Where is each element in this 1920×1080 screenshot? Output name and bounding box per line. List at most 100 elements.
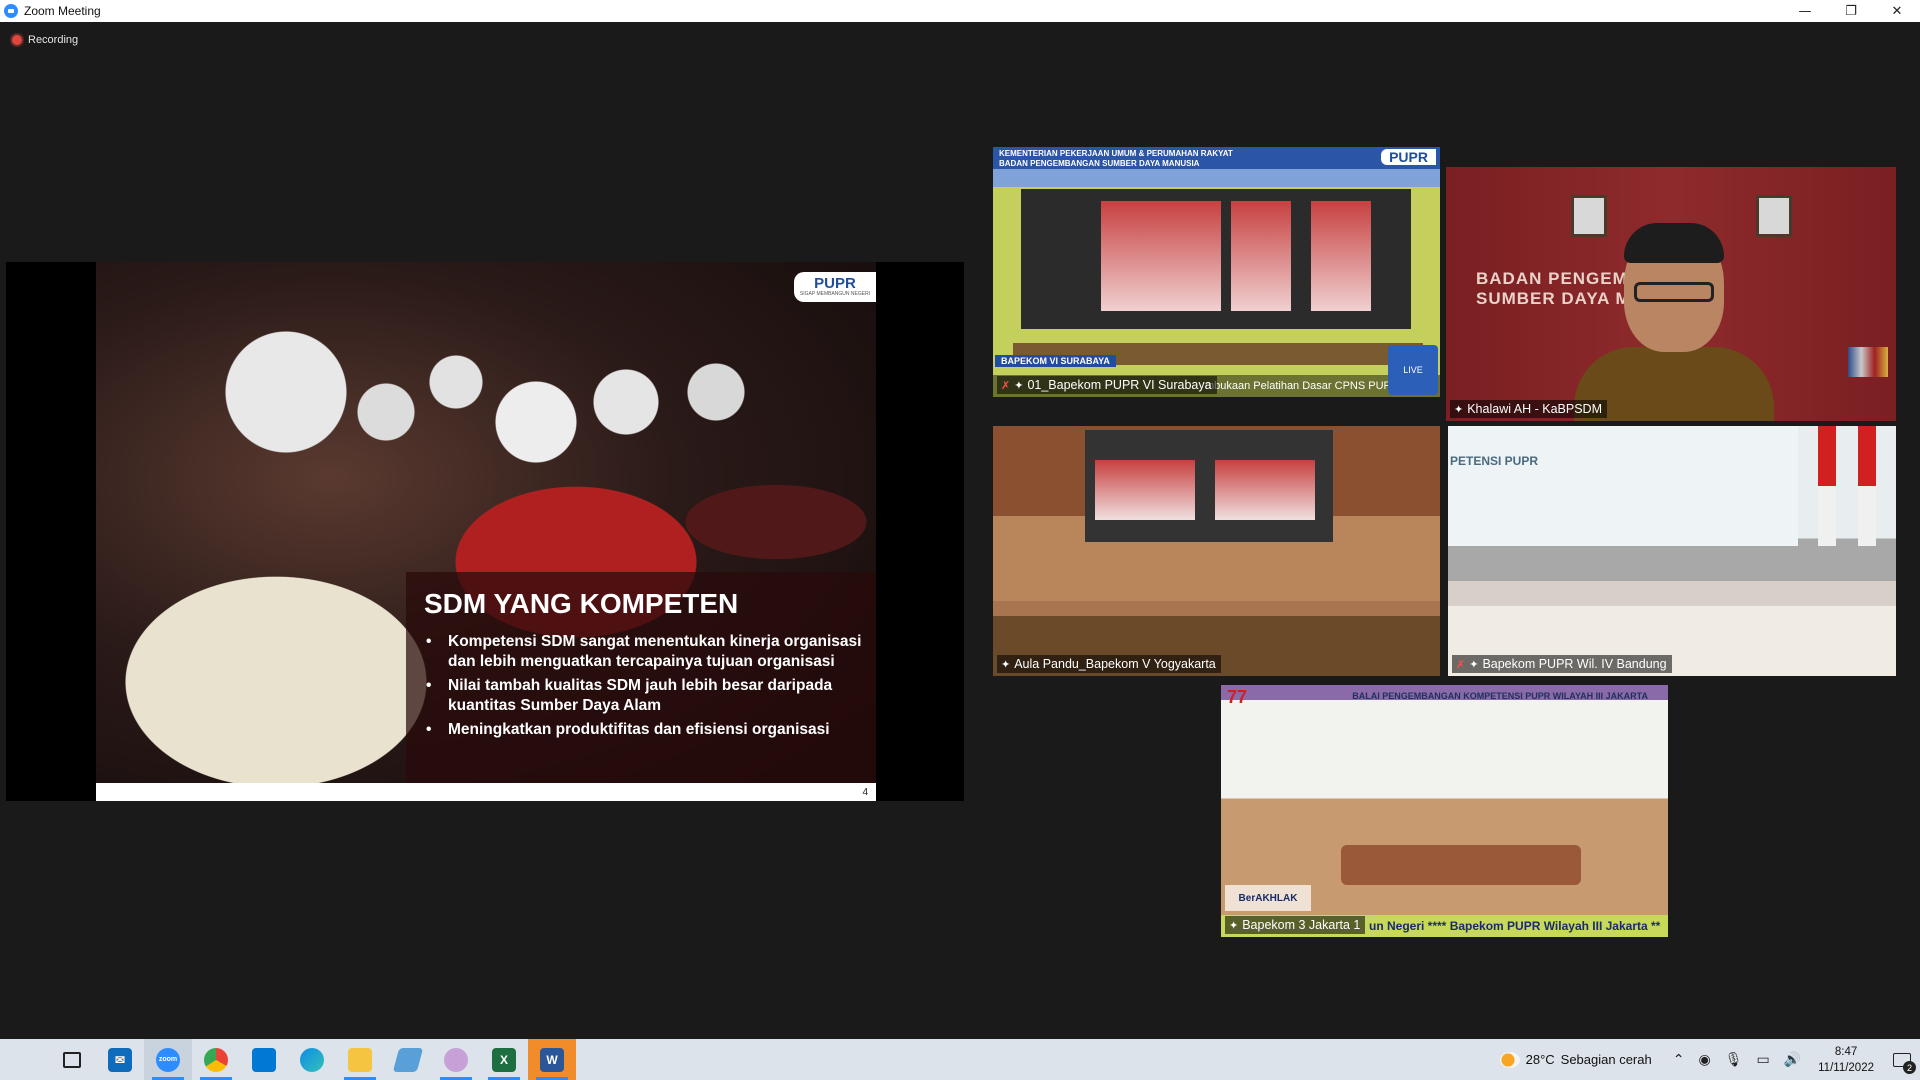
participant-name-label: ✦ Bapekom 3 Jakarta 1 xyxy=(1225,916,1366,934)
video-tile-bandung[interactable]: PETENSI PUPR ✗ ✦ Bapekom PUPR Wil. IV Ba… xyxy=(1448,426,1896,676)
pin-icon: ✦ xyxy=(1229,918,1239,932)
taskbar-app[interactable] xyxy=(384,1039,432,1080)
taskbar-mail[interactable]: ✉ xyxy=(96,1039,144,1080)
recording-dot-icon xyxy=(12,35,22,45)
weather-temp: 28°C xyxy=(1525,1052,1555,1067)
room-screen xyxy=(1085,430,1333,542)
pin-icon: ✦ xyxy=(1454,402,1464,416)
video-feed: KEMENTERIAN PEKERJAAN UMUM & PERUMAHAN R… xyxy=(993,147,1440,397)
restore-button[interactable]: ❐ xyxy=(1828,0,1874,22)
slide-bullet: Kompetensi SDM sangat menentukan kinerja… xyxy=(424,632,864,671)
participant-name: Bapekom PUPR Wil. IV Bandung xyxy=(1482,657,1667,671)
volume-icon[interactable]: 🔊 xyxy=(1784,1052,1801,1068)
clock-time: 8:47 xyxy=(1834,1045,1858,1058)
room-screen xyxy=(1021,189,1411,329)
anniversary-logo: 77 xyxy=(1227,687,1248,707)
excel-icon: X xyxy=(492,1047,516,1072)
app-icon xyxy=(392,1047,424,1072)
slide-page-number: 4 xyxy=(862,787,868,798)
recording-label: Recording xyxy=(28,34,79,46)
pin-icon: ✦ xyxy=(1001,657,1011,671)
taskbar-word[interactable]: W xyxy=(528,1039,576,1080)
start-button[interactable] xyxy=(0,1039,48,1080)
taskbar-file-explorer[interactable] xyxy=(336,1039,384,1080)
window-controls: — ❐ ✕ xyxy=(1782,0,1920,22)
pin-icon: ✦ xyxy=(1014,378,1024,392)
tile-header-text: BALAI PENGEMBANGAN KOMPETENSI PUPR WILAY… xyxy=(1352,691,1648,701)
flag xyxy=(1818,426,1836,546)
video-feed: BADAN PENGEMBANGAN SUMBER DAYA MANUSIA xyxy=(1446,167,1896,421)
mail-icon: ✉ xyxy=(108,1047,132,1072)
partly-cloudy-icon xyxy=(1499,1051,1520,1068)
participant-name: Bapekom 3 Jakarta 1 xyxy=(1242,918,1361,932)
screen-text: PETENSI PUPR xyxy=(1450,454,1539,468)
slide-title: SDM YANG KOMPETEN xyxy=(424,588,739,619)
task-view-icon xyxy=(63,1051,81,1068)
participant-name: Khalawi AH - KaBPSDM xyxy=(1467,402,1602,416)
slide-footer xyxy=(96,783,876,801)
video-tile-jakarta[interactable]: 77 BALAI PENGEMBANGAN KOMPETENSI PUPR WI… xyxy=(1221,685,1668,937)
taskbar-zoom[interactable]: zoom xyxy=(144,1039,192,1080)
recording-indicator[interactable]: Recording xyxy=(12,34,78,46)
pupr-logo-text: PUPR xyxy=(814,275,856,292)
meeting-area: Recording PUPR SIGAP MEMBANGUN NEGERI SD… xyxy=(0,22,1920,1039)
slide-bullet: Nilai tambah kualitas SDM jauh lebih bes… xyxy=(424,676,864,715)
location-label: BAPEKOM VI SURABAYA xyxy=(995,355,1116,367)
room-screen: PETENSI PUPR xyxy=(1448,426,1798,546)
video-feed: PETENSI PUPR xyxy=(1448,426,1896,676)
participant-name-label: ✦ Aula Pandu_Bapekom V Yogyakarta xyxy=(997,655,1221,673)
weather-condition: Sebagian cerah xyxy=(1560,1052,1652,1067)
windows-logo-icon xyxy=(14,1050,34,1070)
clock[interactable]: 8:47 11/11/2022 xyxy=(1818,1044,1874,1076)
tile-header-text: KEMENTERIAN PEKERJAAN UMUM & PERUMAHAN R… xyxy=(999,149,1233,158)
zoom-app-icon xyxy=(4,4,18,18)
bookshelf xyxy=(1848,347,1888,377)
slide-bullet: Meningkatkan produktifitas dan efisiensi… xyxy=(424,720,864,740)
taskbar-excel[interactable]: X xyxy=(480,1039,528,1080)
slide-bullet-list: Kompetensi SDM sangat menentukan kinerja… xyxy=(424,632,864,745)
microphone-icon[interactable]: 🎙 xyxy=(1725,1052,1743,1068)
mic-muted-icon: ✗ xyxy=(1456,657,1466,671)
ticker-text: un Negeri **** Bapekom PUPR Wilayah III … xyxy=(1369,919,1661,933)
mic-muted-icon: ✗ xyxy=(1001,378,1011,392)
participant-name-label: ✗ ✦ Bapekom PUPR Wil. IV Bandung xyxy=(1452,655,1672,673)
speaker-figure xyxy=(1574,223,1774,421)
taskbar-snipping[interactable] xyxy=(432,1039,480,1080)
video-tile-khalawi[interactable]: BADAN PENGEMBANGAN SUMBER DAYA MANUSIA ✦… xyxy=(1446,167,1896,421)
participant-name: 01_Bapekom PUPR VI Surabaya xyxy=(1027,378,1212,392)
network-icon[interactable]: ▭ xyxy=(1756,1052,1769,1068)
video-tile-surabaya[interactable]: KEMENTERIAN PEKERJAAN UMUM & PERUMAHAN R… xyxy=(993,147,1440,397)
flag xyxy=(1858,426,1876,546)
chevron-up-icon[interactable]: ⌃ xyxy=(1673,1052,1685,1068)
zoom-icon: zoom xyxy=(156,1047,180,1072)
close-button[interactable]: ✕ xyxy=(1874,0,1920,22)
video-feed xyxy=(993,426,1440,676)
berakhlak-logo: BerAKHLAK xyxy=(1225,885,1311,911)
minimize-button[interactable]: — xyxy=(1782,0,1828,22)
chrome-icon xyxy=(204,1047,228,1072)
snipping-tool-icon xyxy=(444,1047,468,1072)
windows-taskbar: ✉ zoom X W 28°C Sebagian cerah ⌃ ◉ 🎙 ▭ 🔊 xyxy=(0,1039,1920,1080)
task-view-button[interactable] xyxy=(48,1039,96,1080)
taskbar-store[interactable] xyxy=(240,1039,288,1080)
participant-name-label: ✗ ✦ 01_Bapekom PUPR VI Surabaya xyxy=(997,376,1217,394)
taskbar-chrome[interactable] xyxy=(192,1039,240,1080)
taskbar-edge[interactable] xyxy=(288,1039,336,1080)
notification-count: 2 xyxy=(1903,1061,1916,1074)
participant-name-label: ✦ Khalawi AH - KaBPSDM xyxy=(1450,400,1607,418)
pupr-logo: PUPR xyxy=(1381,149,1436,165)
title-bar: Zoom Meeting — ❐ ✕ xyxy=(0,0,1920,22)
clock-date: 11/11/2022 xyxy=(1818,1061,1874,1074)
pin-icon: ✦ xyxy=(1469,657,1479,671)
pupr-logo-subtitle: SIGAP MEMBANGUN NEGERI xyxy=(799,291,871,297)
shared-screen[interactable]: PUPR SIGAP MEMBANGUN NEGERI SDM YANG KOM… xyxy=(6,262,964,801)
edge-icon xyxy=(300,1047,324,1072)
sofa xyxy=(1341,845,1581,885)
notification-center-button[interactable]: 2 xyxy=(1884,1039,1920,1080)
word-icon: W xyxy=(540,1047,564,1072)
tile-header-text: BADAN PENGEMBANGAN SUMBER DAYA MANUSIA xyxy=(999,159,1200,168)
video-tile-yogyakarta[interactable]: ✦ Aula Pandu_Bapekom V Yogyakarta xyxy=(993,426,1440,676)
webcam-icon[interactable]: ◉ xyxy=(1698,1052,1710,1068)
folder-icon xyxy=(348,1047,372,1072)
weather-widget[interactable]: 28°C Sebagian cerah xyxy=(1499,1051,1652,1068)
